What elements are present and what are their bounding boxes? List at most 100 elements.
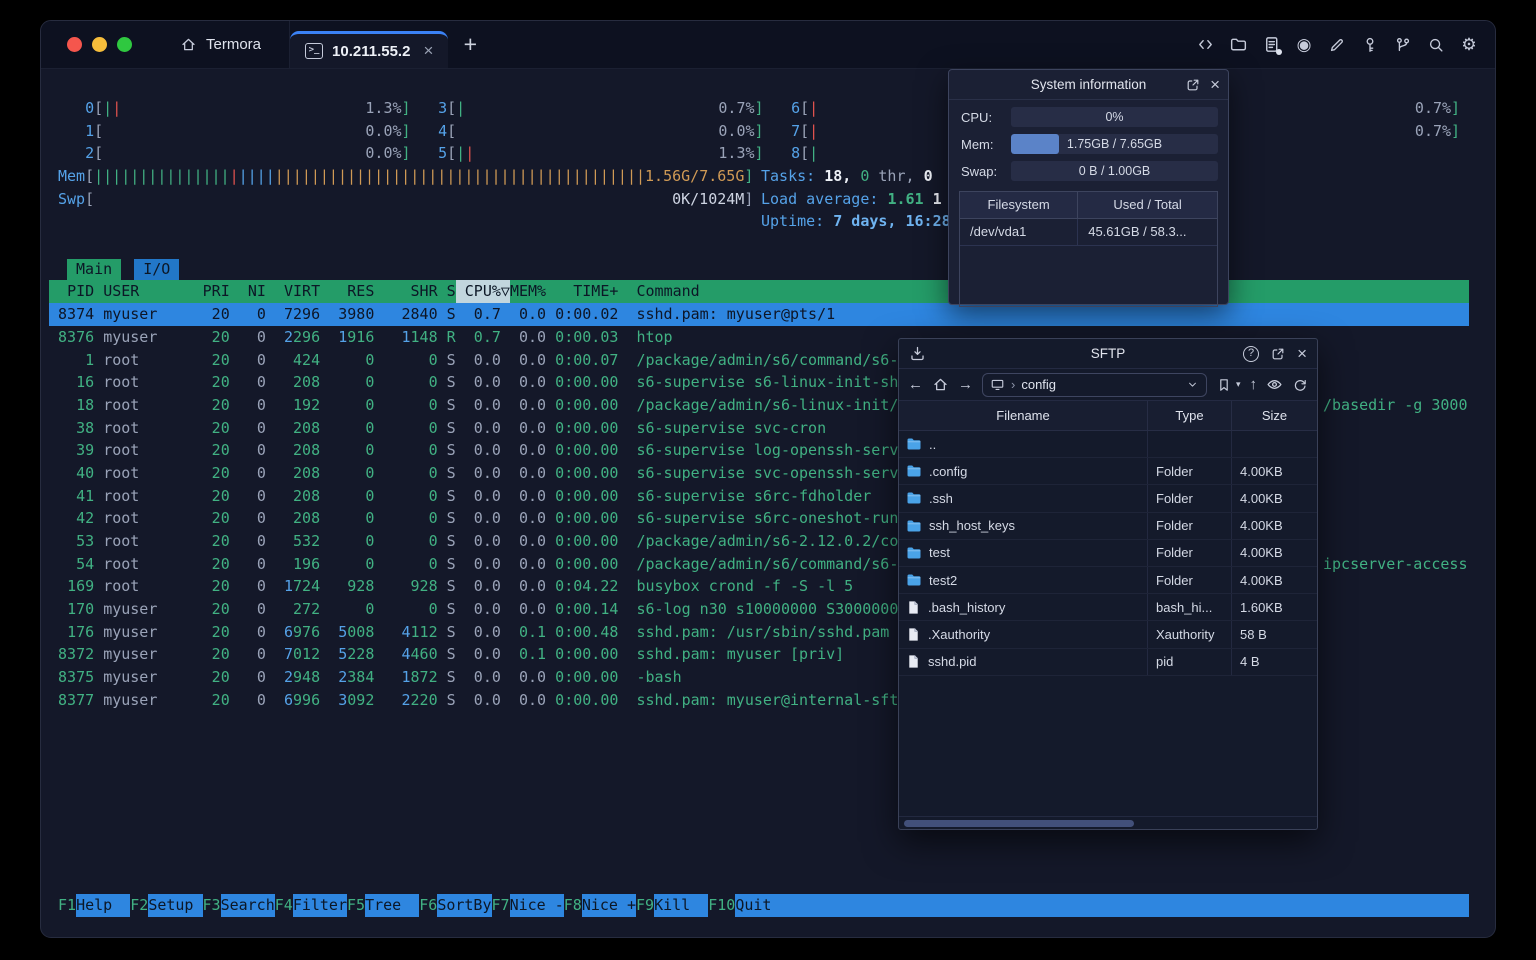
- file-row[interactable]: .config Folder 4.00KB: [899, 458, 1317, 486]
- scrollbar-thumb[interactable]: [904, 820, 1134, 827]
- column-header-PRI[interactable]: PRI: [194, 280, 230, 303]
- sysinfo-title: System information: [1030, 77, 1147, 92]
- type-column-header[interactable]: Type: [1147, 401, 1232, 430]
- fn-button-Search[interactable]: Search: [220, 894, 275, 917]
- sysinfo-close-icon[interactable]: ×: [1210, 76, 1220, 93]
- search-icon[interactable]: [1426, 35, 1446, 55]
- current-directory: config: [1021, 377, 1057, 392]
- folder-icon[interactable]: [1228, 35, 1248, 55]
- chevron-down-icon[interactable]: [1186, 378, 1199, 391]
- fn-button-Tree[interactable]: Tree: [365, 894, 420, 917]
- show-hidden-eye-icon[interactable]: [1266, 376, 1283, 393]
- new-tab-button[interactable]: +: [448, 21, 492, 68]
- fn-button-Nice+[interactable]: Nice +: [581, 894, 636, 917]
- refresh-icon[interactable]: [1292, 377, 1308, 393]
- key-icon[interactable]: [1360, 35, 1380, 55]
- up-directory-icon[interactable]: ↑: [1250, 376, 1258, 393]
- column-header-VIRT[interactable]: VIRT: [266, 280, 320, 303]
- fn-button-Kill[interactable]: Kill: [654, 894, 709, 917]
- file-row[interactable]: sshd.pid pid 4 B: [899, 648, 1317, 676]
- file-list: .. .config Folder 4.00KB .ssh Folder 4.00KB ssh…: [899, 431, 1317, 816]
- filesystem-used-total: 45.61GB / 58.3...: [1088, 224, 1187, 239]
- close-tab-icon[interactable]: ×: [423, 41, 433, 61]
- horizontal-scrollbar[interactable]: [899, 816, 1317, 829]
- column-header-PID[interactable]: PID: [58, 280, 94, 303]
- code-icon[interactable]: [1195, 35, 1215, 55]
- bookmark-icon[interactable]: [1216, 377, 1232, 393]
- file-icon: [909, 628, 918, 641]
- fn-button-Nice-[interactable]: Nice -: [509, 894, 564, 917]
- tab-session[interactable]: >_ 10.211.55.2 ×: [290, 31, 449, 68]
- file-row[interactable]: .Xauthority Xauthority 58 B: [899, 621, 1317, 649]
- file-row[interactable]: ..: [899, 431, 1317, 459]
- fn-button-Setup[interactable]: Setup: [148, 894, 203, 917]
- file-name-cell: test: [899, 540, 1147, 566]
- column-header-RES[interactable]: RES: [320, 280, 374, 303]
- cpu-meter-0: 0[| | 1.3%]: [58, 99, 411, 117]
- port-forward-icon[interactable]: [1393, 35, 1413, 55]
- process-row[interactable]: 8374 myuser 20 0 7296 3980 2840 S 0.7 0.0 0:00.02 s…: [49, 303, 1469, 327]
- column-header-USER[interactable]: USER: [103, 280, 193, 303]
- fn-key-F1: F1: [58, 896, 77, 914]
- filename-column-header[interactable]: Filename: [899, 401, 1147, 430]
- column-header-NI[interactable]: NI: [230, 280, 266, 303]
- sysinfo-meter-swap: Swap: 0 B / 1.00GB: [961, 161, 1218, 181]
- open-in-window-icon[interactable]: [1270, 346, 1286, 362]
- path-breadcrumb[interactable]: › config: [982, 372, 1207, 397]
- bookmark-dropdown-icon[interactable]: ▾: [1236, 379, 1241, 390]
- forward-icon[interactable]: →: [958, 376, 973, 393]
- cpu-meter-1: 1[0.0%]: [58, 121, 411, 140]
- column-header-CPU%[interactable]: CPU%▽: [455, 280, 510, 303]
- home-icon[interactable]: [932, 376, 949, 393]
- fn-button-Filter[interactable]: Filter: [292, 894, 347, 917]
- sftp-close-icon[interactable]: ×: [1297, 345, 1307, 362]
- file-row[interactable]: test2 Folder 4.00KB: [899, 566, 1317, 595]
- fn-button-Help[interactable]: Help: [76, 894, 131, 917]
- size-column-header[interactable]: Size: [1232, 401, 1317, 430]
- column-header-TIME+[interactable]: TIME+: [546, 280, 618, 303]
- file-size: 4.00KB: [1240, 463, 1283, 479]
- terminal-icon: >_: [305, 43, 324, 59]
- used-total-column-header[interactable]: Used / Total: [1078, 192, 1217, 218]
- filesystem-column-header[interactable]: Filesystem: [960, 192, 1079, 218]
- file-row[interactable]: test Folder 4.00KB: [899, 539, 1317, 567]
- help-icon[interactable]: ?: [1243, 345, 1260, 362]
- record-icon[interactable]: ◉: [1294, 35, 1314, 55]
- column-header-S[interactable]: S: [438, 280, 456, 303]
- file-row[interactable]: .bash_history bash_hi... 1.60KB: [899, 594, 1317, 622]
- settings-gear-icon[interactable]: ⚙: [1459, 35, 1479, 55]
- htop-tab-main[interactable]: Main: [67, 259, 122, 280]
- tab-home[interactable]: Termora: [152, 21, 291, 68]
- htop-tab-i/o[interactable]: I/O: [134, 259, 180, 280]
- sysinfo-meter-mem: Mem: 1.75GB / 7.65GB: [961, 134, 1218, 154]
- file-size: 58 B: [1240, 626, 1267, 642]
- column-header-SHR[interactable]: SHR: [374, 280, 438, 303]
- minimize-window-button[interactable]: [92, 37, 107, 52]
- file-name-cell: .config: [899, 458, 1147, 484]
- title-bar: Termora >_ 10.211.55.2 × + ◉ ⚙: [41, 21, 1495, 69]
- file-row[interactable]: .ssh Folder 4.00KB: [899, 485, 1317, 513]
- filesystem-row[interactable]: /dev/vda1 45.61GB / 58.3...: [960, 219, 1217, 246]
- sftp-toolbar: ← → › config ▾ ↑: [899, 369, 1317, 401]
- snippets-icon[interactable]: [1261, 35, 1282, 55]
- column-header-MEM%[interactable]: MEM%: [510, 280, 546, 303]
- file-type: pid: [1147, 648, 1232, 675]
- zoom-window-button[interactable]: [117, 37, 132, 52]
- edit-icon[interactable]: [1327, 35, 1347, 55]
- file-size: 4.00KB: [1240, 572, 1283, 588]
- fn-button-SortBy[interactable]: SortBy: [437, 894, 492, 917]
- file-name: .ssh: [929, 490, 953, 506]
- file-row[interactable]: ssh_host_keys Folder 4.00KB: [899, 512, 1317, 540]
- meter-value: 0%: [1105, 110, 1124, 124]
- fn-key-F3: F3: [202, 896, 221, 914]
- cpu-meter-5: 5[| | 1.3%]: [411, 144, 764, 163]
- file-name: test2: [929, 572, 958, 588]
- close-window-button[interactable]: [67, 37, 82, 52]
- file-table-header: Filename Type Size: [899, 401, 1317, 431]
- fn-button-Quit[interactable]: Quit: [735, 894, 1469, 917]
- back-icon[interactable]: ←: [908, 376, 923, 393]
- sftp-panel: SFTP ? × ← → › config ▾ ↑ Filename Type …: [898, 338, 1318, 830]
- open-in-window-icon[interactable]: [1185, 77, 1201, 93]
- file-name-cell: test2: [899, 567, 1147, 593]
- file-type: bash_hi...: [1147, 594, 1232, 621]
